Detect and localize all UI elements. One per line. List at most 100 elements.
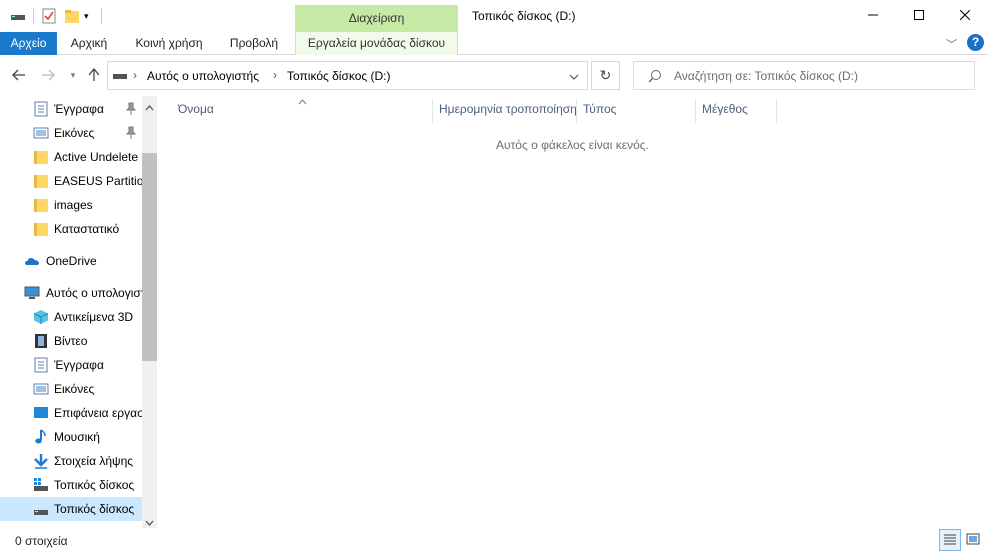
documents-icon — [33, 101, 49, 117]
tab-home[interactable]: Αρχική — [61, 32, 117, 55]
nav-item-label: Έγγραφα — [54, 358, 104, 372]
breadcrumb-separator-icon[interactable]: › — [273, 68, 277, 82]
tab-file[interactable]: Αρχείο — [0, 32, 57, 55]
recent-locations-icon[interactable]: ▾ — [65, 67, 81, 83]
pin-icon[interactable] — [125, 102, 137, 116]
nav-item-label: Active Undelete — [54, 150, 139, 164]
videos-icon — [33, 333, 49, 349]
minimize-button[interactable] — [850, 0, 896, 32]
address-bar[interactable]: › Αυτός ο υπολογιστής › Τοπικός δίσκος (… — [107, 61, 588, 90]
large-icons-view-icon — [966, 533, 980, 548]
nav-item-easeus-partition[interactable]: EASEUS Partition — [0, 169, 142, 193]
nav-item-label: Μουσική — [54, 430, 100, 444]
context-tab-group-title: Διαχείριση — [295, 5, 458, 32]
drive-icon — [33, 477, 49, 493]
empty-folder-message: Αυτός ο φάκελος είναι κενός. — [496, 138, 649, 152]
drive-icon — [33, 501, 49, 517]
nav-item-pictures-quick[interactable]: Εικόνες — [0, 121, 142, 145]
properties-icon[interactable] — [41, 8, 57, 24]
nav-item-documents[interactable]: Έγγραφα — [0, 353, 142, 377]
drive-icon[interactable] — [10, 8, 26, 24]
documents-icon — [33, 357, 49, 373]
nav-item-label: Επιφάνεια εργασίας — [54, 406, 142, 420]
pictures-icon — [33, 125, 49, 141]
nav-item-label: Εικόνες — [54, 382, 95, 396]
refresh-icon: ↻ — [599, 67, 612, 83]
nav-item-desktop[interactable]: Επιφάνεια εργασίας — [0, 401, 142, 425]
scroll-down-icon[interactable] — [145, 516, 154, 528]
search-placeholder: Αναζήτηση σε: Τοπικός δίσκος (D:) — [674, 69, 859, 83]
breadcrumb-this-pc[interactable]: Αυτός ο υπολογιστής — [147, 69, 259, 83]
nav-item-label: Αυτός ο υπολογιστής — [46, 286, 142, 300]
title-bar: ▾ Διαχείριση Τοπικός δίσκος (D:) — [0, 0, 988, 32]
this-pc-icon — [24, 285, 40, 301]
3d-objects-icon — [33, 309, 49, 325]
folder-icon — [33, 197, 49, 213]
nav-item-pictures[interactable]: Εικόνες — [0, 377, 142, 401]
nav-item-documents-quick[interactable]: Έγγραφα — [0, 97, 142, 121]
nav-item-local-disk-d[interactable]: Τοπικός δίσκος — [0, 497, 142, 521]
nav-item-music[interactable]: Μουσική — [0, 425, 142, 449]
folder-icon — [33, 173, 49, 189]
nav-item-label: Στοιχεία λήψης — [54, 454, 134, 468]
tab-drive-tools[interactable]: Εργαλεία μονάδας δίσκου — [295, 32, 458, 55]
qat-divider — [33, 8, 34, 24]
column-header-size[interactable]: Μέγεθος — [696, 99, 777, 123]
status-bar: 0 στοιχεία — [0, 530, 988, 553]
details-view-icon — [943, 533, 957, 548]
minimize-icon — [868, 9, 878, 23]
tab-share[interactable]: Κοινή χρήση — [127, 32, 211, 55]
nav-item-this-pc[interactable]: Αυτός ο υπολογιστής — [0, 281, 142, 305]
new-folder-icon[interactable] — [64, 8, 80, 24]
column-header-name[interactable]: Όνομα — [172, 99, 433, 123]
nav-item-label: Βίντεο — [54, 334, 88, 348]
nav-item-downloads[interactable]: Στοιχεία λήψης — [0, 449, 142, 473]
nav-item-videos[interactable]: Βίντεο — [0, 329, 142, 353]
search-box[interactable]: Αναζήτηση σε: Τοπικός δίσκος (D:) — [633, 61, 975, 90]
details-view-button[interactable] — [939, 529, 961, 551]
breadcrumb-local-disk[interactable]: Τοπικός δίσκος (D:) — [287, 69, 391, 83]
nav-item-images[interactable]: images — [0, 193, 142, 217]
pictures-icon — [33, 381, 49, 397]
refresh-button[interactable]: ↻ — [591, 61, 620, 90]
nav-item-label: Τοπικός δίσκος — [54, 502, 135, 516]
downloads-icon — [33, 453, 49, 469]
tab-view[interactable]: Προβολή — [221, 32, 287, 55]
nav-item-label: EASEUS Partition — [54, 174, 142, 188]
help-icon[interactable]: ? — [967, 34, 984, 51]
large-icons-view-button[interactable] — [962, 529, 984, 551]
nav-item-label: Τοπικός δίσκος — [54, 478, 135, 492]
nav-item-label: OneDrive — [46, 254, 97, 268]
scroll-up-icon[interactable] — [145, 100, 154, 114]
nav-item-label: images — [54, 198, 93, 212]
maximize-icon — [914, 9, 924, 23]
nav-item-3d-objects[interactable]: Αντικείμενα 3D — [0, 305, 142, 329]
search-icon — [648, 69, 662, 86]
desktop-icon — [33, 405, 49, 421]
forward-arrow-icon[interactable] — [40, 67, 56, 83]
ribbon-tabs: Αρχείο Αρχική Κοινή χρήση Προβολή Εργαλε… — [0, 32, 988, 55]
nav-item-label: Καταστατικό — [54, 222, 120, 236]
onedrive-icon — [24, 253, 40, 269]
nav-item-active-undelete[interactable]: Active Undelete — [0, 145, 142, 169]
navigation-pane: Έγγραφα Εικόνες Active Undelete EASEUS P… — [0, 96, 157, 528]
up-arrow-icon[interactable] — [86, 67, 102, 83]
maximize-button[interactable] — [896, 0, 942, 32]
breadcrumb-separator-icon[interactable]: › — [133, 68, 137, 82]
nav-scrollbar-thumb[interactable] — [142, 153, 157, 361]
expand-ribbon-icon[interactable]: ﹀ — [946, 36, 957, 52]
column-header-date-modified[interactable]: Ημερομηνία τροποποίησης — [433, 99, 577, 123]
nav-item-katastatiko[interactable]: Καταστατικό — [0, 217, 142, 241]
column-header-type[interactable]: Τύπος — [577, 99, 696, 123]
qat-customize-icon[interactable]: ▾ — [84, 8, 100, 24]
drive-icon — [112, 70, 128, 85]
item-count: 0 στοιχεία — [15, 534, 68, 548]
close-button[interactable] — [942, 0, 988, 32]
nav-item-local-disk-c[interactable]: Τοπικός δίσκος — [0, 473, 142, 497]
nav-item-label: Αντικείμενα 3D — [54, 310, 134, 324]
nav-item-onedrive[interactable]: OneDrive — [0, 249, 142, 273]
back-arrow-icon[interactable] — [11, 67, 27, 83]
file-list[interactable]: Όνομα Ημερομηνία τροποποίησης Τύπος Μέγε… — [160, 96, 988, 528]
address-dropdown-icon[interactable] — [569, 70, 579, 84]
pin-icon[interactable] — [125, 126, 137, 140]
